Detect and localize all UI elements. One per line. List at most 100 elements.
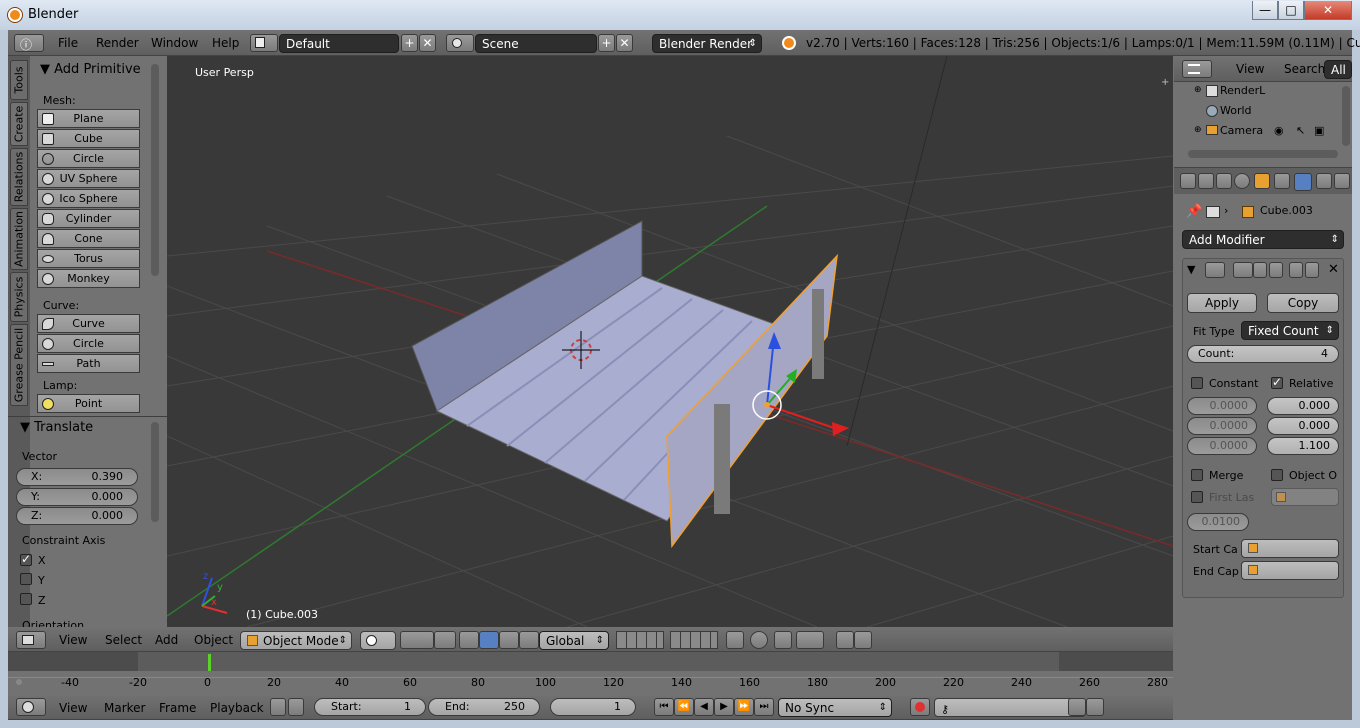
object-offset-checkbox[interactable] xyxy=(1271,469,1283,481)
expand-triangle-icon[interactable]: ▼ xyxy=(1187,263,1195,276)
add-point-lamp-button[interactable]: Point xyxy=(37,394,140,413)
timeline-menu-playback[interactable]: Playback xyxy=(210,701,264,715)
prev-keyframe-icon[interactable]: ⏪ xyxy=(674,698,694,716)
next-keyframe-icon[interactable]: ⏩ xyxy=(734,698,754,716)
layer-buttons-group-2[interactable] xyxy=(670,631,718,649)
end-cap-field[interactable] xyxy=(1241,561,1339,580)
first-last-checkbox[interactable] xyxy=(1191,491,1203,503)
viewport-toggle-icon[interactable] xyxy=(1253,262,1267,278)
relative-z-field[interactable]: 1.100 xyxy=(1267,437,1339,455)
add-cylinder-button[interactable]: Cylinder xyxy=(37,209,140,228)
apply-button[interactable]: Apply xyxy=(1187,293,1257,313)
preview-range-icon[interactable] xyxy=(270,698,286,716)
data-tab-icon[interactable] xyxy=(1316,173,1332,189)
add-primitive-panel-header[interactable]: ▼ Add Primitive xyxy=(40,62,141,77)
layer-buttons-group-1[interactable] xyxy=(616,631,664,649)
timeline[interactable]: -40 -20 0 20 40 60 80 100 120 140 160 18… xyxy=(8,652,1173,694)
translate-x-field[interactable]: X: 0.390 xyxy=(16,468,138,486)
screen-layout-selector[interactable] xyxy=(250,34,278,52)
manipulator-rotate-icon[interactable] xyxy=(479,631,499,649)
start-cap-field[interactable] xyxy=(1241,539,1339,558)
merge-checkbox[interactable] xyxy=(1191,469,1203,481)
timeline-menu-view[interactable]: View xyxy=(59,701,87,715)
outliner-menu-search[interactable]: Search xyxy=(1284,62,1325,76)
current-frame-field[interactable]: 1 xyxy=(550,698,636,716)
render-opengl-camera-icon[interactable] xyxy=(836,631,854,649)
timeline-menu-frame[interactable]: Frame xyxy=(159,701,196,715)
add-circle-button[interactable]: Circle xyxy=(37,149,140,168)
relative-y-field[interactable]: 0.000 xyxy=(1267,417,1339,435)
add-primitive-scrollbar[interactable] xyxy=(151,64,159,276)
menu-window[interactable]: Window xyxy=(151,36,198,50)
menu-file[interactable]: File xyxy=(58,36,78,50)
merge-distance-field[interactable]: 0.0100 xyxy=(1187,513,1249,531)
translate-panel-header[interactable]: ▼ Translate xyxy=(20,420,93,435)
3d-viewport[interactable]: User Persp (1) Cube.003 z y x + xyxy=(167,56,1173,627)
constant-y-field[interactable]: 0.0000 xyxy=(1187,417,1257,435)
editor-type-button[interactable]: ⓘ xyxy=(14,34,44,52)
add-cube-button[interactable]: Cube xyxy=(37,129,140,148)
move-up-icon[interactable] xyxy=(1289,262,1303,278)
tab-physics[interactable]: Physics xyxy=(10,272,28,322)
ruler-scroll-handle[interactable] xyxy=(16,679,22,685)
constraints-tab-icon[interactable] xyxy=(1274,173,1290,189)
menu-help[interactable]: Help xyxy=(212,36,239,50)
add-scene-icon[interactable]: + xyxy=(598,34,615,52)
pivot-point-dropdown[interactable] xyxy=(400,631,434,649)
scene-selector[interactable] xyxy=(446,34,474,52)
remove-modifier-close-icon[interactable]: ✕ xyxy=(1328,262,1339,277)
viewport-menu-view[interactable]: View xyxy=(59,633,87,647)
jump-end-icon[interactable]: ⏭ xyxy=(754,698,774,716)
tab-animation[interactable]: Animation xyxy=(10,208,28,270)
viewport-menu-object[interactable]: Object xyxy=(194,633,233,647)
modifiers-wrench-icon[interactable] xyxy=(1294,173,1312,191)
render-opengl-clapper-icon[interactable] xyxy=(854,631,872,649)
material-tab-icon[interactable] xyxy=(1334,173,1350,189)
add-curve-circle-button[interactable]: Circle xyxy=(37,334,140,353)
constraint-y-checkbox[interactable] xyxy=(20,573,32,585)
render-toggle-icon[interactable] xyxy=(1233,262,1253,278)
constant-x-field[interactable]: 0.0000 xyxy=(1187,397,1257,415)
manipulator-toggle[interactable] xyxy=(434,631,456,649)
lock-layers-icon[interactable] xyxy=(726,631,744,649)
play-reverse-icon[interactable]: ◀ xyxy=(694,698,714,716)
mode-dropdown[interactable]: Object Mode ⇕ xyxy=(240,631,352,650)
timeline-menu-marker[interactable]: Marker xyxy=(104,701,145,715)
tab-grease-pencil[interactable]: Grease Pencil xyxy=(10,324,28,406)
viewport-shading-dropdown[interactable] xyxy=(360,631,396,650)
gizmo-x-arrow[interactable] xyxy=(832,422,849,436)
add-ico-sphere-button[interactable]: Ico Sphere xyxy=(37,189,140,208)
delete-keyframe-icon[interactable] xyxy=(1086,698,1104,716)
play-icon[interactable]: ▶ xyxy=(714,698,734,716)
screen-layout-field[interactable]: Default xyxy=(279,34,399,53)
copy-button[interactable]: Copy xyxy=(1267,293,1339,313)
viewport-menu-select[interactable]: Select xyxy=(105,633,142,647)
add-uv-sphere-button[interactable]: UV Sphere xyxy=(37,169,140,188)
jump-start-icon[interactable]: ⏮ xyxy=(654,698,674,716)
auto-keying-button[interactable] xyxy=(910,698,930,716)
outliner-menu-view[interactable]: View xyxy=(1236,62,1264,76)
constraint-z-checkbox[interactable] xyxy=(20,593,32,605)
end-frame-field[interactable]: End: 250 xyxy=(428,698,540,716)
viewport-menu-add[interactable]: Add xyxy=(155,633,178,647)
add-modifier-dropdown[interactable]: Add Modifier ⇕ xyxy=(1182,230,1344,249)
fit-type-dropdown[interactable]: Fixed Count ⇕ xyxy=(1241,321,1339,340)
add-torus-button[interactable]: Torus xyxy=(37,249,140,268)
lock-range-icon[interactable] xyxy=(288,698,304,716)
render-tab-icon[interactable] xyxy=(1180,173,1196,189)
timeline-editor-type-button[interactable] xyxy=(16,698,46,716)
outliner-editor-type-button[interactable] xyxy=(1182,60,1212,78)
minimize-button[interactable]: — xyxy=(1252,1,1278,20)
render-engine-dropdown[interactable]: Blender Render ⇕ xyxy=(652,34,762,53)
relative-x-field[interactable]: 0.000 xyxy=(1267,397,1339,415)
offset-object-field[interactable] xyxy=(1271,488,1339,506)
menu-render[interactable]: Render xyxy=(96,36,139,50)
visibility-eye-icon[interactable]: ◉ xyxy=(1274,124,1284,137)
add-cone-button[interactable]: Cone xyxy=(37,229,140,248)
add-layout-icon[interactable]: + xyxy=(401,34,418,52)
outliner-horizontal-scrollbar[interactable] xyxy=(1188,150,1338,158)
tab-tools[interactable]: Tools xyxy=(10,60,28,100)
maximize-button[interactable]: □ xyxy=(1278,1,1304,20)
constraint-x-checkbox[interactable] xyxy=(20,552,32,566)
proportional-editing-icon[interactable] xyxy=(750,631,768,649)
